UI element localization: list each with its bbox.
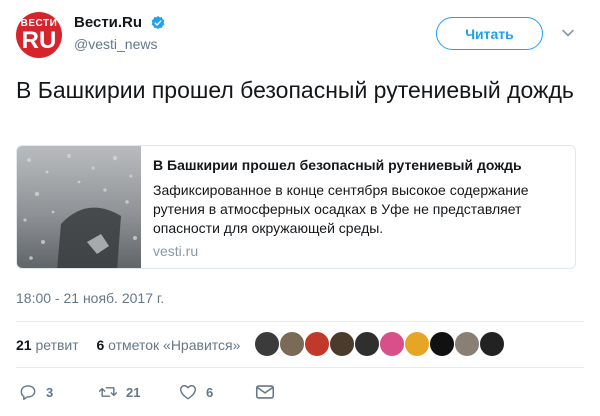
like-action[interactable]: 6 xyxy=(178,381,213,403)
liker-avatar[interactable] xyxy=(479,331,505,357)
author-handle: @vesti_news xyxy=(74,36,158,52)
retweets-count[interactable]: 21 xyxy=(16,337,32,353)
liker-avatar[interactable] xyxy=(404,331,430,357)
liker-avatar[interactable] xyxy=(429,331,455,357)
liker-avatar[interactable] xyxy=(279,331,305,357)
logo-main-text: RU xyxy=(21,27,57,54)
verified-badge-icon xyxy=(151,15,164,29)
likes-label[interactable]: отметок «Нравится» xyxy=(108,337,240,353)
tweet-header: ВЕСТИ RU Вести.Ru @vesti_news Читать xyxy=(16,10,584,58)
liker-avatar[interactable] xyxy=(454,331,480,357)
tweet-text: В Башкирии прошел безопасный рутениевый … xyxy=(16,77,574,103)
card-image xyxy=(17,146,141,268)
card-body: В Башкирии прошел безопасный рутениевый … xyxy=(153,156,563,259)
reply-action[interactable]: 3 xyxy=(18,381,53,403)
divider xyxy=(16,321,584,322)
mail-icon[interactable] xyxy=(254,381,276,403)
link-card[interactable]: В Башкирии прошел безопасный рутениевый … xyxy=(16,145,576,269)
like-count: 6 xyxy=(206,384,214,400)
liker-avatar[interactable] xyxy=(379,331,405,357)
author-names[interactable]: Вести.Ru @vesti_news xyxy=(74,14,166,52)
card-title[interactable]: В Башкирии прошел безопасный рутениевый … xyxy=(153,156,563,175)
retweet-icon xyxy=(98,387,118,397)
card-domain: vesti.ru xyxy=(153,243,199,259)
tweet-timestamp[interactable]: 18:00 - 21 нояб. 2017 г. xyxy=(16,290,164,306)
retweet-count: 21 xyxy=(126,384,141,400)
likes-count[interactable]: 6 xyxy=(96,337,104,353)
follow-button[interactable]: Читать xyxy=(436,17,543,50)
display-name[interactable]: Вести.Ru xyxy=(74,14,142,31)
retweet-action[interactable]: 21 xyxy=(98,381,140,403)
liker-avatar[interactable] xyxy=(329,331,355,357)
reply-icon xyxy=(20,385,36,401)
avatar[interactable]: ВЕСТИ RU xyxy=(16,12,62,58)
liker-avatar[interactable] xyxy=(354,331,380,357)
reply-count: 3 xyxy=(46,384,54,400)
liker-avatar[interactable] xyxy=(304,331,330,357)
liker-avatar[interactable] xyxy=(254,331,280,357)
divider xyxy=(16,367,584,368)
retweets-label[interactable]: ретвит xyxy=(35,337,78,353)
tweet-stats: 21 ретвит 6 отметок «Нравится» xyxy=(16,337,240,353)
heart-icon xyxy=(179,385,197,400)
chevron-down-icon[interactable] xyxy=(561,26,575,40)
card-description: Зафиксированное в конце сентября высокое… xyxy=(153,182,529,236)
